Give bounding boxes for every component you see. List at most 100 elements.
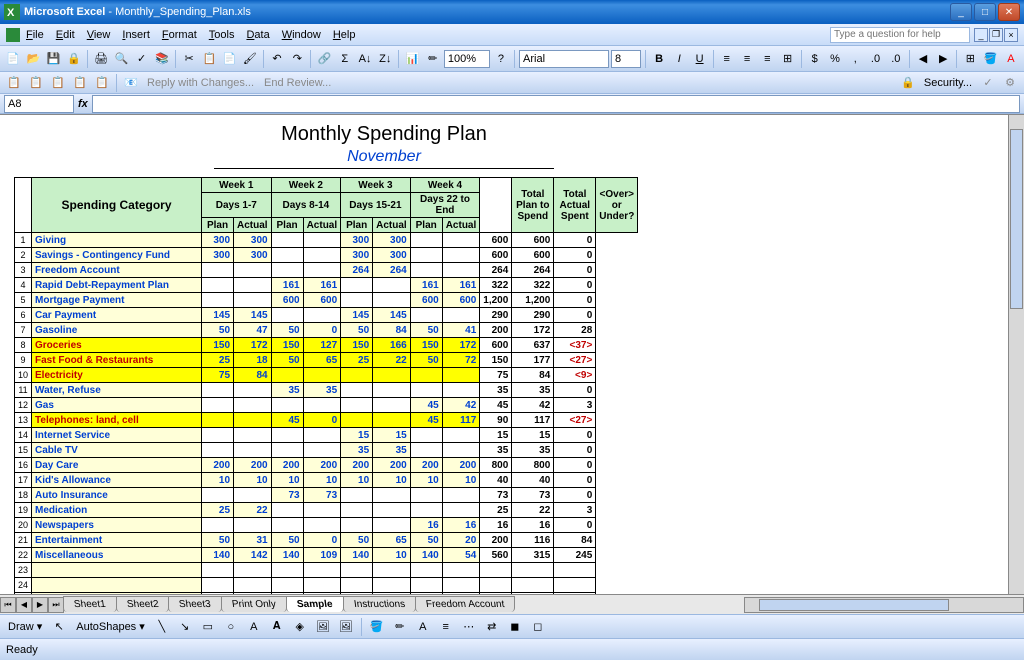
security-button[interactable]: Security... [920, 77, 976, 89]
chart-button[interactable]: 📊 [403, 49, 421, 69]
open-button[interactable]: 📂 [24, 49, 42, 69]
table-row[interactable]: 12Gas454245423 [15, 398, 638, 413]
link-button[interactable]: 🔗 [315, 49, 333, 69]
table-row[interactable]: 22Miscellaneous1401421401091401014054560… [15, 548, 638, 563]
arrowstyle-button[interactable]: ⇄ [482, 617, 502, 637]
permission-button[interactable]: 🔒 [65, 49, 83, 69]
help-button[interactable]: ? [492, 49, 510, 69]
preview-button[interactable]: 🔍 [112, 49, 130, 69]
reply-changes-button[interactable]: Reply with Changes... [143, 77, 258, 89]
percent-button[interactable]: % [826, 49, 844, 69]
table-row[interactable]: 19Medication252225223 [15, 503, 638, 518]
vertical-scrollbar[interactable] [1008, 115, 1024, 594]
table-row[interactable]: 5Mortgage Payment6006006006001,2001,2000 [15, 293, 638, 308]
menu-format[interactable]: Format [156, 27, 203, 43]
table-row[interactable]: 11Water, Refuse353535350 [15, 383, 638, 398]
line-button[interactable]: ╲ [152, 617, 172, 637]
sheet-tab-sheet2[interactable]: Sheet2 [116, 596, 170, 612]
table-row[interactable]: 6Car Payment1451451451452902900 [15, 308, 638, 323]
doc-restore-button[interactable]: ❐ [989, 28, 1003, 42]
plan-table[interactable]: Spending Category Week 1 Week 2 Week 3 W… [14, 177, 638, 594]
table-row[interactable]: 23 [15, 563, 638, 578]
table-row[interactable]: 21Entertainment50315005065502020011684 [15, 533, 638, 548]
autoshapes-menu[interactable]: AutoShapes ▾ [72, 620, 149, 633]
table-row[interactable]: 8Groceries150172150127150166150172600637… [15, 338, 638, 353]
align-center-button[interactable]: ≡ [738, 49, 756, 69]
currency-button[interactable]: $ [806, 49, 824, 69]
sum-button[interactable]: Σ [336, 49, 354, 69]
table-row[interactable]: 10Electricity75847584<9> [15, 368, 638, 383]
menu-data[interactable]: Data [240, 27, 275, 43]
dec-decimal-button[interactable]: .0 [887, 49, 905, 69]
font-color-button[interactable]: A [1002, 49, 1020, 69]
maximize-button[interactable]: □ [974, 3, 996, 21]
sheet-tab-sheet3[interactable]: Sheet3 [168, 596, 222, 612]
table-row[interactable]: 15Cable TV353535350 [15, 443, 638, 458]
comma-button[interactable]: , [846, 49, 864, 69]
table-row[interactable]: 2Savings - Contingency Fund3003003003006… [15, 248, 638, 263]
sheet-tab-instructions[interactable]: Instructions [343, 596, 416, 612]
sec-btn3[interactable]: ⚙ [1000, 73, 1020, 93]
cut-button[interactable]: ✂ [180, 49, 198, 69]
security-icon[interactable]: 🔒 [898, 73, 918, 93]
zoom-input[interactable] [444, 50, 490, 68]
horizontal-scrollbar[interactable] [744, 597, 1024, 613]
minimize-button[interactable]: _ [950, 3, 972, 21]
tab-first-button[interactable]: ⏮ [0, 597, 16, 613]
align-left-button[interactable]: ≡ [718, 49, 736, 69]
spreadsheet-area[interactable]: Monthly Spending Plan November Spending … [0, 114, 1024, 594]
clipart-button[interactable]: 🖼 [313, 617, 333, 637]
tab-prev-button[interactable]: ◀ [16, 597, 32, 613]
format-painter-button[interactable]: 🖌 [241, 49, 259, 69]
doc-close-button[interactable]: × [1004, 28, 1018, 42]
textbox-button[interactable]: A [244, 617, 264, 637]
table-row[interactable]: 1Giving3003003003006006000 [15, 233, 638, 248]
menu-file[interactable]: File [20, 27, 50, 43]
table-row[interactable]: 7Gasoline50475005084504120017228 [15, 323, 638, 338]
table-row[interactable]: 25 [15, 593, 638, 595]
paste-button[interactable]: 📄 [220, 49, 238, 69]
name-box[interactable] [4, 95, 74, 113]
print-button[interactable]: 🖨 [92, 49, 110, 69]
fontcolor-button[interactable]: A [413, 617, 433, 637]
dec-indent-button[interactable]: ◀ [914, 49, 932, 69]
align-right-button[interactable]: ≡ [758, 49, 776, 69]
research-button[interactable]: 📚 [153, 49, 171, 69]
border-button[interactable]: ⊞ [961, 49, 979, 69]
menu-tools[interactable]: Tools [203, 27, 241, 43]
fillcolor-button[interactable]: 🪣 [367, 617, 387, 637]
rev-btn3[interactable]: 📋 [48, 73, 68, 93]
spell-button[interactable]: ✓ [133, 49, 151, 69]
select-objects-button[interactable]: ↖ [49, 617, 69, 637]
rect-button[interactable]: ▭ [198, 617, 218, 637]
table-row[interactable]: 4Rapid Debt-Repayment Plan16116116116132… [15, 278, 638, 293]
table-row[interactable]: 3Freedom Account2642642642640 [15, 263, 638, 278]
arrow-button[interactable]: ↘ [175, 617, 195, 637]
fontsize-input[interactable] [611, 50, 641, 68]
font-input[interactable] [519, 50, 609, 68]
fill-button[interactable]: 🪣 [982, 49, 1000, 69]
table-row[interactable]: 20Newspapers161616160 [15, 518, 638, 533]
italic-button[interactable]: I [670, 49, 688, 69]
redo-button[interactable]: ↷ [288, 49, 306, 69]
sort-desc-button[interactable]: Z↓ [376, 49, 394, 69]
wordart-button[interactable]: 𝐀 [267, 617, 287, 637]
sheet-tab-print-only[interactable]: Print Only [221, 596, 287, 612]
table-row[interactable]: 14Internet Service151515150 [15, 428, 638, 443]
draw-menu[interactable]: Draw ▾ [4, 620, 46, 633]
rev-btn1[interactable]: 📋 [4, 73, 24, 93]
shadow-button[interactable]: ◼ [505, 617, 525, 637]
save-button[interactable]: 💾 [45, 49, 63, 69]
bold-button[interactable]: B [650, 49, 668, 69]
underline-button[interactable]: U [690, 49, 708, 69]
table-row[interactable]: 9Fast Food & Restaurants2518506525225072… [15, 353, 638, 368]
table-row[interactable]: 17Kid's Allowance101010101010101040400 [15, 473, 638, 488]
menu-help[interactable]: Help [327, 27, 362, 43]
oval-button[interactable]: ○ [221, 617, 241, 637]
linestyle-button[interactable]: ≡ [436, 617, 456, 637]
3d-button[interactable]: ◻ [528, 617, 548, 637]
formula-input[interactable] [92, 95, 1020, 113]
rev-btn6[interactable]: 📧 [121, 73, 141, 93]
rev-btn2[interactable]: 📋 [26, 73, 46, 93]
menu-edit[interactable]: Edit [50, 27, 81, 43]
